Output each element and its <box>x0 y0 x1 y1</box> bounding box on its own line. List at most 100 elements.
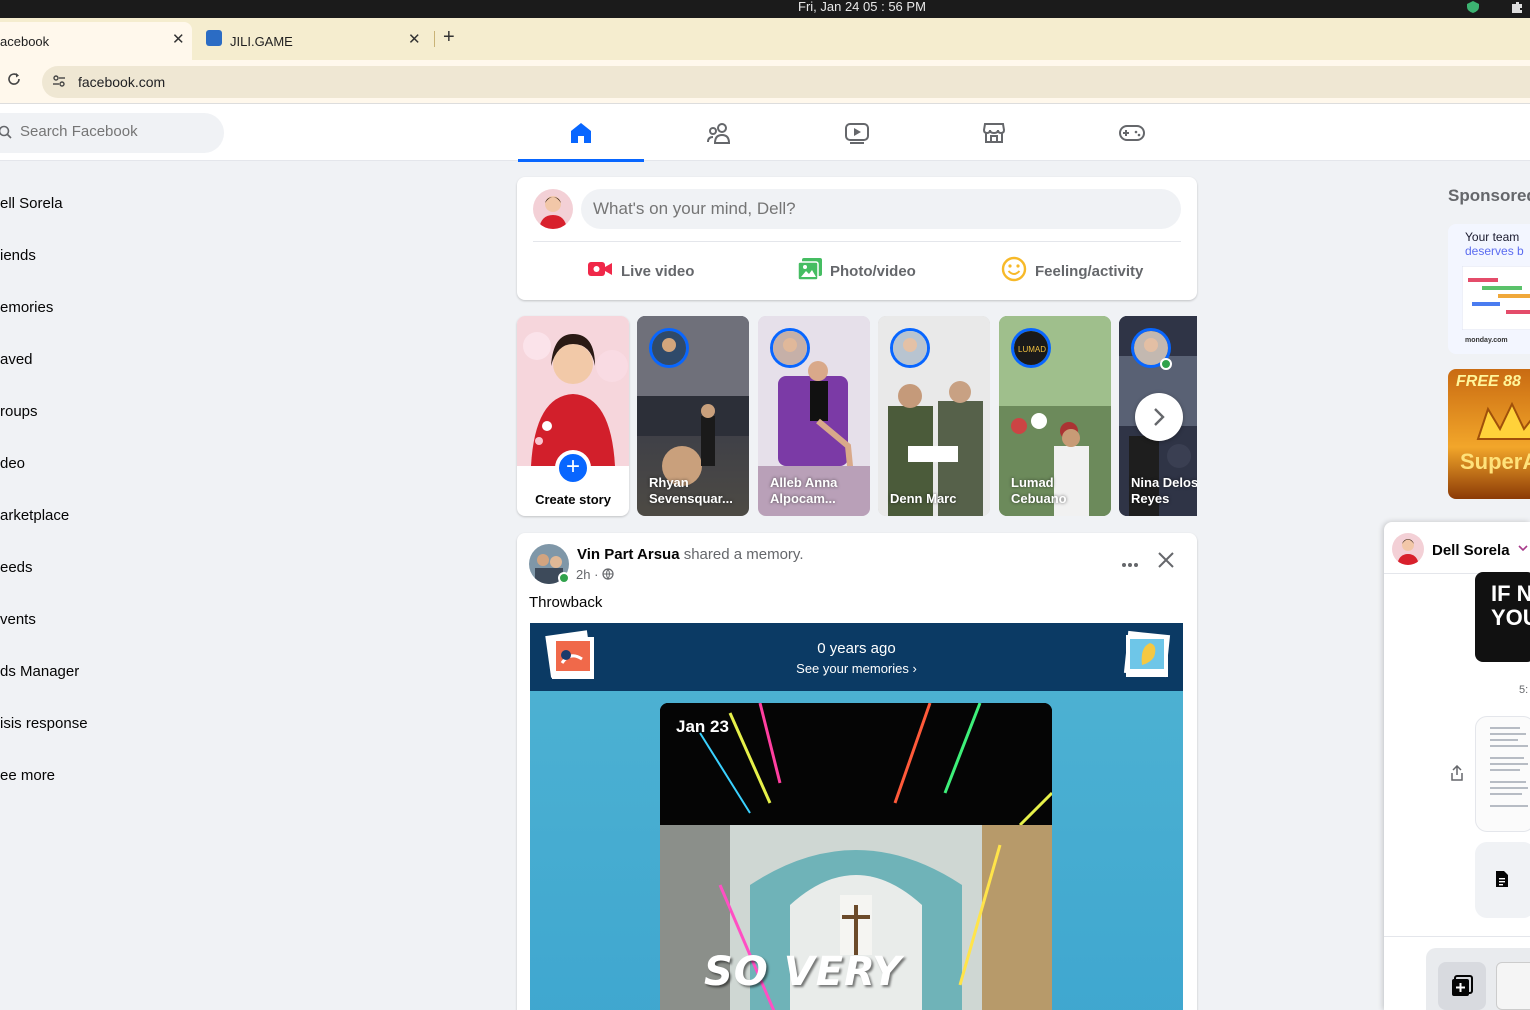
sidebar-item-marketplace[interactable]: arketplace <box>0 489 300 541</box>
memory-header: 0 years ago See your memories › <box>530 623 1183 691</box>
avatar[interactable] <box>1392 533 1424 565</box>
chat-document-preview[interactable] <box>1475 716 1530 832</box>
sidebar-item-crisis-response[interactable]: isis response <box>0 697 300 749</box>
site-settings-icon[interactable] <box>52 74 66 88</box>
sidebar-item-video[interactable]: deo <box>0 437 300 489</box>
chat-file-message[interactable] <box>1475 842 1530 918</box>
online-indicator <box>558 572 570 584</box>
nav-tab-home[interactable] <box>518 104 644 162</box>
sidebar-item-friends[interactable]: iends <box>0 229 300 281</box>
online-indicator <box>1160 358 1172 370</box>
live-video-icon <box>587 259 613 283</box>
story-card[interactable]: LUMAD Lumad Cebuano <box>999 316 1111 516</box>
story-photo <box>517 316 629 466</box>
ad-headline-2: SuperA <box>1460 449 1530 474</box>
shield-icon[interactable] <box>1466 1 1480 13</box>
system-clock[interactable]: Fri, Jan 24 05 : 56 PM <box>798 0 926 13</box>
add-story-icon[interactable]: + <box>555 450 591 486</box>
file-icon <box>1495 870 1509 893</box>
close-tab-icon[interactable]: ✕ <box>408 30 421 48</box>
attachment-tray <box>1426 948 1530 1010</box>
chevron-right-icon <box>1154 408 1165 426</box>
story-card[interactable]: Alleb Anna Alpocam... <box>758 316 870 516</box>
share-icon[interactable] <box>1450 764 1464 786</box>
photo-video-label: Photo/video <box>830 262 916 280</box>
reload-icon[interactable] <box>6 71 22 92</box>
see-memories-label: See your memories <box>796 661 909 676</box>
add-attachment-button[interactable] <box>1438 962 1486 1010</box>
tab-title: acebook <box>0 34 50 49</box>
sidebar-item-label: roups <box>0 403 38 420</box>
attachment-thumbnail[interactable] <box>1496 962 1530 1010</box>
chat-window: Dell Sorela IF N YOU 5: <box>1384 522 1530 1010</box>
nav-tab-marketplace[interactable] <box>931 104 1057 161</box>
post-meta: 2h · <box>576 567 614 582</box>
memory-card[interactable]: Jan 23 SO VERY <box>660 703 1052 1010</box>
add-photo-icon <box>1452 975 1473 996</box>
photo-stack-icon <box>1120 629 1176 690</box>
sidebar-item-saved[interactable]: aved <box>0 333 300 385</box>
gaming-icon <box>1119 124 1145 141</box>
omnibox[interactable]: facebook.com <box>42 66 1530 98</box>
story-name: Rhyan Sevensquar... <box>649 475 733 506</box>
photo-stack-icon <box>542 629 598 690</box>
post-header: Vin Part Arsua shared a memory. <box>577 546 803 563</box>
chat-contact-name[interactable]: Dell Sorela <box>1432 542 1510 559</box>
new-tab-button[interactable]: + <box>443 26 455 49</box>
post-composer: Live video Photo/video Feeling/activity <box>517 177 1197 300</box>
svg-text:LUMAD: LUMAD <box>1018 345 1046 354</box>
memory-attachment[interactable]: 0 years ago See your memories › Jan 23 S… <box>530 623 1183 1010</box>
search-box[interactable] <box>0 113 224 153</box>
browser-tab-strip: acebook ✕ JILI.GAME ✕ + <box>0 18 1530 60</box>
close-tab-icon[interactable]: ✕ <box>172 30 185 48</box>
post-action: shared a memory. <box>679 546 804 563</box>
sponsored-heading: Sponsored <box>1448 186 1530 205</box>
feed-post: Vin Part Arsua shared a memory. 2h · Thr… <box>517 533 1197 1010</box>
nav-tab-video[interactable] <box>794 104 920 161</box>
sidebar-item-feeds[interactable]: eeds <box>0 541 300 593</box>
sidebar-item-memories[interactable]: emories <box>0 281 300 333</box>
sidebar-item-profile[interactable]: ell Sorela <box>0 177 300 229</box>
composer-divider <box>533 241 1181 242</box>
meta-separator: · <box>590 567 603 582</box>
post-author[interactable]: Vin Part Arsua <box>577 546 680 563</box>
create-story-card[interactable]: + Create story <box>517 316 629 516</box>
home-icon <box>571 122 591 143</box>
story-name: Lumad Cebuano <box>1011 475 1067 506</box>
search-input[interactable] <box>20 123 210 140</box>
nav-tab-gaming[interactable] <box>1069 104 1195 161</box>
nav-tab-friends[interactable] <box>656 104 782 161</box>
sidebar-item-ads-manager[interactable]: ds Manager <box>0 645 300 697</box>
post-time[interactable]: 2h <box>576 567 590 582</box>
sponsored-ad[interactable]: Your team deserves b monday.com <box>1448 224 1530 354</box>
sidebar-item-events[interactable]: vents <box>0 593 300 645</box>
tab-jili-game[interactable]: JILI.GAME ✕ <box>200 22 430 60</box>
stories-next-button[interactable] <box>1135 393 1183 441</box>
memory-years: 0 years ago <box>817 640 896 657</box>
tab-facebook[interactable]: acebook ✕ <box>0 22 192 60</box>
url-text[interactable]: facebook.com <box>78 74 165 90</box>
sidebar-item-label: deo <box>0 455 26 472</box>
story-card[interactable]: Rhyan Sevensquar... <box>637 316 749 516</box>
status-input[interactable] <box>581 189 1181 229</box>
tab-separator <box>434 31 435 47</box>
sidebar-item-see-more[interactable]: ee more <box>0 749 300 801</box>
see-memories-link[interactable]: See your memories › <box>530 661 1183 676</box>
sidebar-item-label: ee more <box>0 767 56 784</box>
story-card[interactable]: Denn Marc <box>878 316 990 516</box>
sponsored-ad[interactable]: FREE 88 SuperA <box>1448 369 1530 499</box>
avatar[interactable] <box>533 189 573 229</box>
chat-image-message[interactable]: IF N YOU <box>1475 572 1530 662</box>
video-icon <box>845 122 869 144</box>
address-bar-row: facebook.com <box>0 60 1530 104</box>
chat-timestamp: 5: <box>1519 684 1529 696</box>
photo-video-button[interactable]: Photo/video <box>797 253 916 289</box>
sidebar-item-groups[interactable]: roups <box>0 385 300 437</box>
hide-post-icon[interactable] <box>1157 551 1175 574</box>
chevron-down-icon[interactable] <box>1518 544 1528 555</box>
live-video-button[interactable]: Live video <box>587 253 694 289</box>
feeling-activity-button[interactable]: Feeling/activity <box>1001 253 1143 289</box>
more-options-icon[interactable] <box>1120 551 1140 574</box>
puzzle-icon[interactable] <box>1510 1 1524 13</box>
sidebar-item-label: iends <box>0 247 36 264</box>
